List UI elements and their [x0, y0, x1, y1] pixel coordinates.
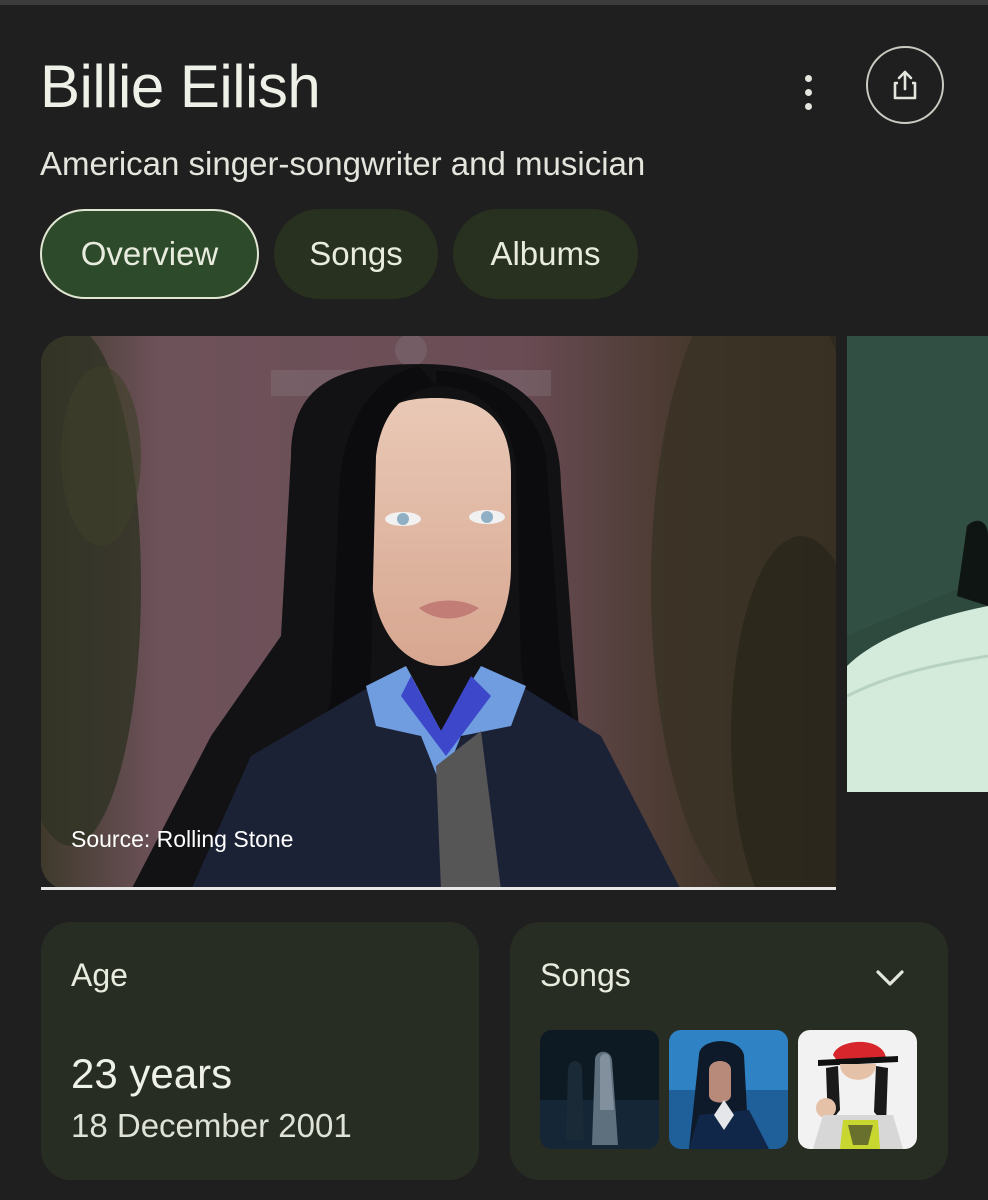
- tab-overview[interactable]: Overview: [40, 209, 259, 299]
- main-photo[interactable]: Source: Rolling Stone: [41, 336, 836, 890]
- more-vert-icon: [804, 74, 812, 82]
- entity-subtitle: American singer-songwriter and musician: [40, 145, 646, 182]
- tab-songs[interactable]: Songs: [274, 209, 438, 299]
- image-source-caption: Source: Rolling Stone: [71, 826, 294, 852]
- age-label: Age: [71, 957, 128, 993]
- next-photo[interactable]: [847, 336, 988, 792]
- artist-portrait-image: [41, 336, 836, 890]
- carousel-progress-indicator: [41, 887, 836, 890]
- age-value: 23 years: [71, 1050, 233, 1097]
- next-image-thumbnail: [847, 336, 988, 792]
- song-thumbnail-image-1: [540, 1030, 659, 1149]
- chevron-down-icon[interactable]: [870, 958, 910, 998]
- birth-date: 18 December 2001: [71, 1107, 352, 1144]
- top-divider: [0, 0, 988, 5]
- share-icon: [893, 70, 917, 100]
- song-thumbnail[interactable]: [540, 1030, 659, 1149]
- song-thumbnail[interactable]: [798, 1030, 917, 1149]
- more-options-button[interactable]: [788, 70, 828, 114]
- page-title: Billie Eilish: [40, 53, 321, 120]
- song-thumbnail[interactable]: [669, 1030, 788, 1149]
- tab-albums[interactable]: Albums: [453, 209, 638, 299]
- songs-card-label: Songs: [540, 957, 631, 993]
- songs-card[interactable]: Songs: [510, 922, 948, 1180]
- share-button[interactable]: [866, 46, 944, 124]
- age-card[interactable]: Age 23 years 18 December 2001: [41, 922, 479, 1180]
- song-thumbnail-image-3: [798, 1030, 917, 1149]
- song-thumbnail-image-2: [669, 1030, 788, 1149]
